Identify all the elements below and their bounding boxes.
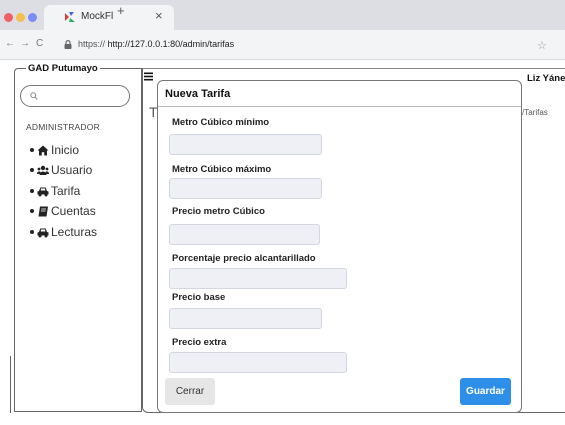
users-icon (37, 165, 49, 175)
user-name[interactable]: Liz Yánez (527, 73, 565, 84)
divider (10, 356, 11, 413)
sidebar-item-usuario[interactable]: Usuario (30, 163, 92, 177)
porcentaje-alcantarillado-input[interactable] (169, 268, 347, 289)
bookmark-star-icon[interactable]: ☆ (537, 39, 547, 52)
precio-metro-cubico-input[interactable] (169, 224, 320, 245)
metro-cubico-maximo-input[interactable] (169, 178, 322, 199)
close-tab-icon[interactable]: × (155, 9, 163, 22)
browser-toolbar: ← → C https:// http://127.0.0.1:80/admin… (0, 30, 565, 60)
sidebar-item-label: Usuario (51, 163, 93, 177)
bullet-icon (30, 189, 34, 193)
modal-header: Nueva Tarifa (158, 81, 521, 107)
sidebar-item-label: Cuentas (51, 204, 96, 218)
bullet-icon (30, 209, 34, 213)
tab-title: MockFl (81, 11, 114, 22)
bullet-icon (30, 148, 34, 152)
precio-base-label: Precio base (172, 292, 226, 303)
sidebar-section-label: ADMINISTRADOR (26, 122, 100, 132)
car-icon (37, 187, 49, 196)
reload-icon[interactable]: C (36, 39, 43, 49)
browser-tab-strip: MockFl + × (0, 0, 565, 30)
sidebar-item-lecturas[interactable]: Lecturas (30, 225, 97, 239)
sidebar-item-label: Lecturas (51, 225, 98, 239)
sidebar-item-inicio[interactable]: Inicio (30, 143, 79, 157)
precio-extra-input[interactable] (169, 352, 347, 373)
bullet-icon (30, 230, 34, 234)
sidebar-brand: GAD Putumayo (26, 63, 100, 74)
sidebar-item-tarifa[interactable]: Tarifa (30, 184, 80, 198)
address-bar[interactable]: https:// http://127.0.0.1:80/admin/tarif… (78, 39, 234, 49)
metro-cubico-maximo-label: Metro Cúbico máximo (172, 164, 272, 175)
search-icon (30, 92, 38, 100)
precio-metro-cubico-label: Precio metro Cúbico (172, 206, 265, 217)
minimize-window-icon[interactable] (16, 13, 25, 22)
metro-cubico-minimo-input[interactable] (169, 134, 322, 155)
precio-base-input[interactable] (169, 308, 322, 329)
sidebar-search-input[interactable] (20, 85, 130, 107)
close-window-icon[interactable] (4, 13, 13, 22)
forward-icon[interactable]: → (20, 39, 30, 49)
book-icon (38, 206, 48, 216)
back-icon[interactable]: ← (5, 39, 15, 49)
sidebar (14, 68, 142, 412)
cerrar-button[interactable]: Cerrar (165, 378, 215, 405)
nueva-tarifa-modal: Nueva Tarifa Metro Cúbico mínimo Metro C… (157, 80, 522, 413)
url-scheme: https:// (78, 39, 106, 49)
window-controls (4, 13, 37, 22)
home-icon (37, 145, 49, 155)
sidebar-item-cuentas[interactable]: Cuentas (30, 204, 96, 218)
maximize-window-icon[interactable] (28, 13, 37, 22)
metro-cubico-minimo-label: Metro Cúbico mínimo (172, 117, 270, 128)
hamburger-menu-icon[interactable] (144, 72, 153, 81)
bullet-icon (30, 168, 34, 172)
precio-extra-label: Precio extra (172, 337, 227, 348)
url-text: http://127.0.0.1:80/admin/tarifas (107, 39, 235, 49)
guardar-button[interactable]: Guardar (460, 378, 511, 405)
breadcrumb: /Tarifas (522, 108, 548, 117)
favicon-icon (65, 12, 75, 22)
porcentaje-alcantarillado-label: Porcentaje precio alcantarillado (172, 253, 316, 264)
car-icon (37, 228, 49, 237)
sidebar-item-label: Inicio (51, 143, 80, 157)
modal-title: Nueva Tarifa (165, 88, 231, 100)
new-tab-button[interactable]: + (117, 3, 125, 18)
lock-icon (64, 40, 72, 49)
sidebar-item-label: Tarifa (51, 184, 81, 198)
